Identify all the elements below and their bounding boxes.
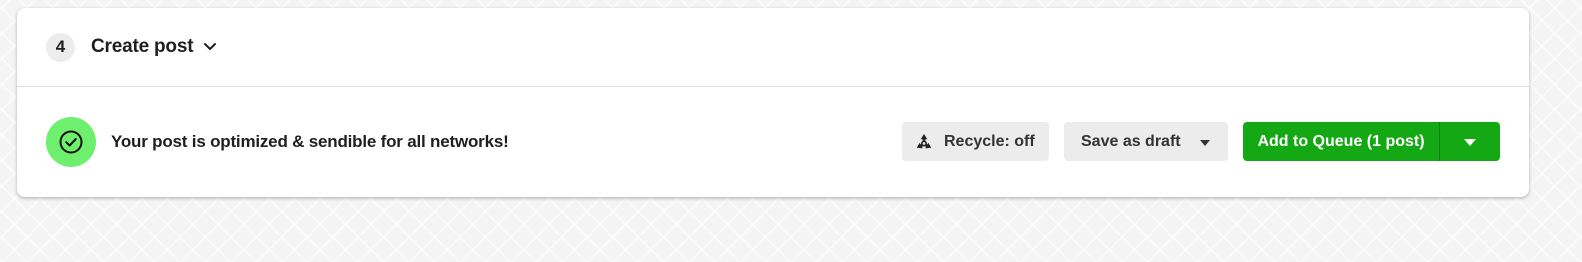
chevron-down-icon[interactable] (203, 42, 217, 52)
queue-options-dropdown[interactable] (1439, 122, 1500, 161)
add-to-queue-group: Add to Queue (1 post) (1243, 122, 1500, 161)
recycle-icon (914, 132, 934, 152)
create-post-header[interactable]: 4 Create post (17, 8, 1529, 87)
status-message: Your post is optimized & sendible for al… (111, 131, 509, 151)
post-status-bar: Your post is optimized & sendible for al… (17, 87, 1529, 196)
caret-down-icon[interactable] (1200, 133, 1210, 151)
step-number-badge: 4 (46, 32, 75, 62)
section-title[interactable]: Create post (91, 36, 194, 58)
check-circle-icon (46, 116, 96, 167)
caret-down-icon (1464, 133, 1476, 151)
create-post-panel: 4 Create post Your post is optimized & s… (17, 8, 1529, 197)
recycle-toggle-button[interactable]: Recycle: off (902, 122, 1049, 161)
save-draft-button[interactable]: Save as draft (1064, 122, 1228, 161)
recycle-label: Recycle: off (944, 132, 1035, 150)
add-to-queue-button[interactable]: Add to Queue (1 post) (1243, 122, 1439, 161)
save-draft-label: Save as draft (1081, 132, 1181, 150)
